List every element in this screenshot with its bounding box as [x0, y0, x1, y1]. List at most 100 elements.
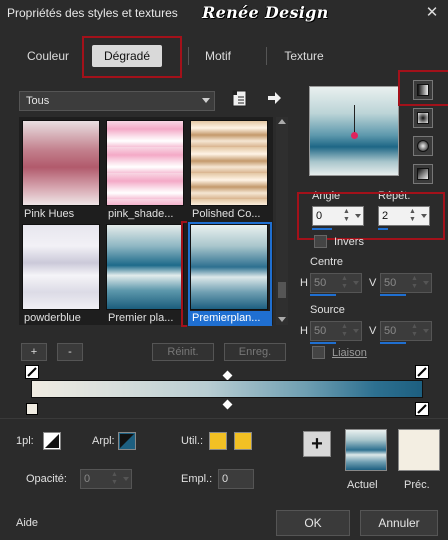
opacity-value: 0 [84, 473, 91, 485]
center-h-label: H [300, 277, 308, 289]
remove-gradient-button[interactable]: - [57, 343, 83, 361]
chevron-down-icon[interactable] [353, 329, 359, 333]
stepper-icon[interactable]: ▲ ▼ [410, 275, 419, 291]
close-icon[interactable]: ✕ [423, 3, 441, 21]
midpoint-diamond[interactable] [222, 399, 233, 410]
tab-separator [266, 47, 267, 65]
color-stop-right[interactable] [415, 402, 429, 416]
stepper-icon[interactable]: ▲ ▼ [340, 275, 349, 291]
previous-swatch[interactable] [398, 429, 440, 471]
stepper-icon[interactable]: ▲ ▼ [110, 471, 119, 487]
gradient-thumb-label: Premier pla... [108, 312, 174, 324]
center-label: Centre [310, 256, 344, 268]
link-checkbox[interactable] [312, 346, 325, 359]
source-h-value: 50 [314, 325, 327, 337]
util-color-swatch-alt[interactable] [234, 432, 252, 450]
stepper-icon[interactable]: ▲ ▼ [340, 323, 349, 339]
arpl-label: Arpl: [92, 435, 115, 447]
tab-couleur[interactable]: Couleur [12, 45, 84, 67]
window-title: Propriétés des styles et textures [7, 6, 178, 20]
gradient-thumb[interactable] [106, 120, 184, 206]
rectangular-mode-button[interactable] [413, 108, 433, 128]
gradient-thumb-selected[interactable] [190, 224, 268, 310]
add-gradient-button[interactable]: + [21, 343, 47, 361]
center-handle[interactable] [351, 132, 358, 139]
add-swatch-button[interactable]: + [303, 431, 331, 457]
chevron-down-icon[interactable] [423, 329, 429, 333]
angle-line [354, 105, 355, 135]
source-v-label: V [369, 325, 377, 337]
tab-motif[interactable]: Motif [190, 45, 246, 67]
sunburst-mode-button[interactable] [413, 164, 433, 184]
source-v-value: 50 [384, 325, 397, 337]
center-v-slider[interactable] [380, 294, 406, 296]
stop-marker-top-right[interactable] [415, 365, 429, 379]
gradient-thumb[interactable] [190, 120, 268, 206]
invert-checkbox[interactable] [314, 235, 327, 248]
divider [0, 418, 448, 419]
scroll-thumb[interactable] [278, 282, 286, 298]
gradient-thumb[interactable] [22, 120, 100, 206]
opl-label: 1pl: [16, 435, 34, 447]
highlight-box-tab [82, 36, 182, 78]
highlight-box-mode [398, 70, 448, 106]
scroll-up-icon[interactable] [278, 119, 286, 124]
stepper-icon[interactable]: ▲ ▼ [410, 323, 419, 339]
center-v-field[interactable]: 50 ▲ ▼ [380, 273, 432, 293]
gradient-thumb-label: Polished Co... [192, 208, 261, 220]
gradient-thumb-label: Premierplan... [190, 311, 272, 326]
empl-value: 0 [222, 473, 229, 485]
gradient-preview[interactable] [309, 86, 399, 176]
empl-label: Empl.: [181, 473, 213, 485]
save-gradient-button[interactable]: Enreg. [224, 343, 286, 361]
stop-marker-top-left[interactable] [25, 365, 39, 379]
library-menu-icon[interactable] [232, 90, 248, 108]
help-link[interactable]: Aide [16, 517, 38, 529]
highlight-box-angle [297, 192, 445, 240]
center-v-value: 50 [384, 277, 397, 289]
opacity-field[interactable]: 0 ▲ ▼ [80, 469, 132, 489]
source-h-label: H [300, 325, 308, 337]
tab-separator [188, 47, 189, 65]
current-swatch[interactable] [345, 429, 387, 471]
previous-label: Préc. [404, 479, 430, 491]
current-label: Actuel [347, 479, 378, 491]
reset-button[interactable]: Réinit. [152, 343, 214, 361]
arrow-right-icon[interactable] [266, 90, 282, 106]
gradient-bar[interactable] [31, 380, 423, 398]
gradient-thumb[interactable] [22, 224, 100, 310]
cancel-button[interactable]: Annuler [360, 510, 438, 536]
gradient-thumb[interactable] [106, 224, 184, 310]
watermark-logo: Renée Design [202, 3, 329, 22]
util-color-swatch[interactable] [209, 432, 227, 450]
color-stop-left[interactable] [26, 403, 38, 415]
gradient-thumb-label: pink_shade... [108, 208, 174, 220]
scroll-down-icon[interactable] [278, 317, 286, 322]
category-value: Tous [26, 95, 50, 107]
ok-button[interactable]: OK [276, 510, 350, 536]
invert-label: Invers [334, 236, 364, 248]
source-v-field[interactable]: 50 ▲ ▼ [380, 321, 432, 341]
source-v-slider[interactable] [380, 342, 406, 344]
midpoint-diamond[interactable] [222, 370, 233, 381]
tab-texture[interactable]: Texture [270, 45, 338, 67]
center-h-field[interactable]: 50 ▲ ▼ [310, 273, 362, 293]
chevron-down-icon[interactable] [353, 281, 359, 285]
arpl-swatch-icon[interactable] [118, 432, 136, 450]
empl-field[interactable]: 0 [218, 469, 254, 489]
chevron-down-icon[interactable] [123, 477, 129, 481]
opacity-label: Opacité: [26, 473, 67, 485]
center-h-slider[interactable] [310, 294, 336, 296]
util-label: Util.: [181, 435, 203, 447]
highlight-box-thumb [181, 221, 187, 327]
chevron-down-icon [202, 98, 210, 103]
source-h-field[interactable]: 50 ▲ ▼ [310, 321, 362, 341]
opl-swatch-icon[interactable] [43, 432, 61, 450]
chevron-down-icon[interactable] [423, 281, 429, 285]
source-label: Source [310, 304, 345, 316]
category-dropdown[interactable]: Tous [19, 91, 215, 111]
source-h-slider[interactable] [310, 342, 336, 344]
center-v-label: V [369, 277, 377, 289]
center-h-value: 50 [314, 277, 327, 289]
radial-mode-button[interactable] [413, 136, 433, 156]
